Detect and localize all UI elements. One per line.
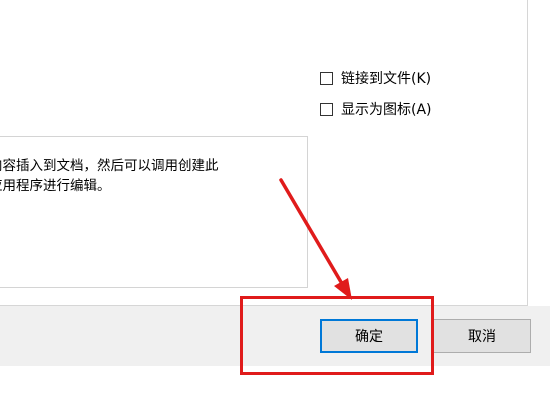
ok-button-label: 确定: [355, 329, 383, 345]
link-to-file-label: 链接到文件(K): [341, 71, 432, 87]
ok-button[interactable]: 确定: [320, 319, 418, 353]
cancel-button-label: 取消: [468, 329, 496, 345]
link-to-file-checkbox[interactable]: [320, 71, 333, 85]
link-to-file-option[interactable]: 链接到文件(K): [320, 68, 431, 88]
cancel-button[interactable]: 取消: [433, 319, 531, 353]
result-description-line-1: 内容插入到文档，然后可以调用创建此: [0, 158, 219, 174]
background-area: [0, 366, 550, 400]
display-as-icon-label: 显示为图标(A): [341, 102, 432, 118]
display-as-icon-option[interactable]: 显示为图标(A): [320, 99, 432, 119]
result-description-line-2: 应用程序进行编辑。: [0, 178, 111, 194]
display-as-icon-checkbox[interactable]: [320, 102, 333, 116]
result-description: 内容插入到文档，然后可以调用创建此 应用程序进行编辑。: [0, 156, 284, 196]
